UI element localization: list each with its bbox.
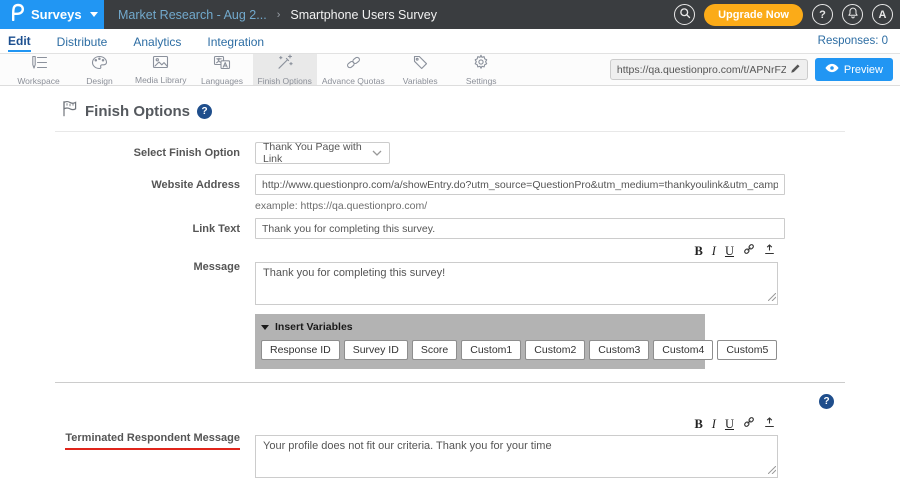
questionpro-logo (10, 3, 24, 26)
ribbon-item-advance-quotas[interactable]: Advance Quotas (317, 54, 390, 85)
underline-button[interactable]: U (725, 245, 734, 258)
breadcrumb-separator-icon: › (277, 9, 281, 21)
bell-icon (847, 7, 859, 22)
terminated-message-textarea[interactable]: Your profile does not fit our criteria. … (255, 435, 778, 478)
ribbon-right: Preview (610, 54, 900, 85)
bold-button[interactable]: B (694, 245, 702, 258)
finish-options-help-button[interactable]: ? (197, 104, 212, 119)
palette-icon (91, 55, 108, 75)
breadcrumb: Market Research - Aug 2... › Smartphone … (118, 0, 437, 29)
website-address-label: Website Address (55, 174, 240, 195)
message-label: Message (55, 242, 240, 369)
finish-option-label: Select Finish Option (55, 142, 240, 164)
search-icon (679, 7, 691, 22)
finish-options-panel: Finish Options ? Select Finish Option Th… (55, 86, 845, 492)
edit-ribbon: Workspace Design Media Library (0, 54, 900, 86)
terminated-help-row: ? (55, 383, 845, 415)
ribbon-item-design[interactable]: Design (69, 54, 130, 85)
terminated-editor-toolbar: B I U (255, 415, 778, 435)
page-title: Finish Options (85, 103, 190, 120)
translate-icon (213, 55, 231, 75)
website-address-input[interactable] (255, 174, 785, 195)
tab-integration[interactable]: Integration (207, 31, 264, 51)
upload-image-icon[interactable] (764, 415, 775, 433)
upload-image-icon[interactable] (764, 242, 775, 260)
chevron-down-icon (90, 12, 98, 17)
main-nav: Edit Distribute Analytics Integration Re… (0, 29, 900, 54)
message-textarea[interactable]: Thank you for completing this survey! (255, 262, 778, 305)
tag-icon (413, 55, 428, 75)
variable-custom4-button[interactable]: Custom4 (653, 340, 713, 360)
tab-analytics[interactable]: Analytics (133, 31, 181, 51)
variable-custom5-button[interactable]: Custom5 (717, 340, 777, 360)
insert-link-icon[interactable] (743, 415, 755, 433)
chevron-down-icon (372, 147, 382, 159)
image-icon (152, 55, 169, 74)
surveys-menu[interactable]: Surveys (0, 0, 104, 29)
help-button[interactable]: ? (812, 4, 833, 25)
magic-wand-icon (277, 54, 293, 75)
website-address-example: example: https://qa.questionpro.com/ (255, 200, 845, 212)
bold-button[interactable]: B (694, 418, 702, 431)
breadcrumb-folder[interactable]: Market Research - Aug 2... (118, 8, 267, 22)
caret-down-icon (261, 325, 269, 330)
message-row: Message B I U (55, 242, 845, 369)
variable-custom1-button[interactable]: Custom1 (461, 340, 521, 360)
variable-score-button[interactable]: Score (412, 340, 457, 360)
survey-url-input[interactable] (617, 64, 786, 76)
terminated-message-row: Terminated Respondent Message B I U (55, 415, 845, 483)
italic-button[interactable]: I (712, 418, 716, 431)
finish-flag-icon (61, 100, 78, 122)
message-textarea-wrap: Thank you for completing this survey! (255, 262, 778, 310)
tab-distribute[interactable]: Distribute (57, 31, 108, 51)
header-actions: Upgrade Now ? A (674, 0, 900, 29)
italic-button[interactable]: I (712, 245, 716, 258)
ribbon-item-media-library[interactable]: Media Library (130, 54, 192, 85)
product-name: Surveys (31, 7, 82, 22)
workspace-icon (30, 55, 48, 75)
ribbon-item-workspace[interactable]: Workspace (8, 54, 69, 85)
terminated-textarea-wrap: Your profile does not fit our criteria. … (255, 435, 778, 483)
gear-icon (473, 54, 489, 75)
survey-url-box (610, 59, 808, 80)
notifications-button[interactable] (842, 4, 863, 25)
ribbon-item-variables[interactable]: Variables (390, 54, 451, 85)
ribbon-item-finish-options[interactable]: Finish Options (253, 54, 317, 85)
edit-pencil-icon[interactable] (790, 61, 801, 79)
link-text-input[interactable] (255, 218, 785, 239)
terminated-message-label: Terminated Respondent Message (55, 415, 240, 483)
insert-link-icon[interactable] (743, 242, 755, 260)
chain-link-icon (345, 55, 362, 75)
variable-custom3-button[interactable]: Custom3 (589, 340, 649, 360)
preview-button[interactable]: Preview (815, 58, 893, 81)
responses-count[interactable]: Responses: 0 (818, 35, 888, 47)
finish-option-row: Select Finish Option Thank You Page with… (55, 142, 845, 164)
insert-variables-panel: Insert Variables Response ID Survey ID S… (255, 314, 705, 369)
variable-custom2-button[interactable]: Custom2 (525, 340, 585, 360)
underline-button[interactable]: U (725, 418, 734, 431)
variable-response-id-button[interactable]: Response ID (261, 340, 340, 360)
insert-variables-toggle[interactable]: Insert Variables (261, 321, 699, 333)
breadcrumb-survey-name: Smartphone Users Survey (290, 8, 437, 22)
terminated-help-button[interactable]: ? (819, 394, 834, 409)
message-editor-toolbar: B I U (255, 242, 778, 262)
variable-survey-id-button[interactable]: Survey ID (344, 340, 408, 360)
link-text-label: Link Text (55, 218, 240, 239)
eye-icon (825, 63, 839, 76)
page-header: Finish Options ? (55, 86, 845, 132)
upgrade-now-button[interactable]: Upgrade Now (704, 4, 803, 26)
avatar[interactable]: A (872, 4, 893, 25)
finish-option-select[interactable]: Thank You Page with Link (255, 142, 390, 164)
link-text-row: Link Text (55, 218, 845, 239)
search-button[interactable] (674, 4, 695, 25)
tab-edit[interactable]: Edit (8, 30, 31, 52)
top-header: Surveys Market Research - Aug 2... › Sma… (0, 0, 900, 29)
ribbon-item-settings[interactable]: Settings (451, 54, 512, 85)
ribbon-item-languages[interactable]: Languages (192, 54, 253, 85)
website-address-row: Website Address (55, 174, 845, 195)
variable-buttons: Response ID Survey ID Score Custom1 Cust… (261, 340, 699, 360)
